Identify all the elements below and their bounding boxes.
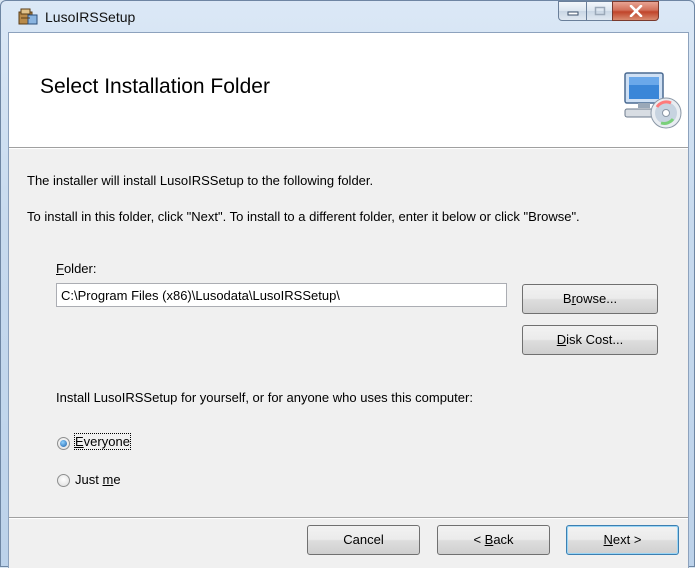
- maximize-icon: [594, 6, 605, 16]
- dialog-header: Select Installation Folder: [9, 33, 688, 148]
- maximize-button[interactable]: [586, 1, 613, 21]
- header-separator: [9, 148, 688, 149]
- next-button[interactable]: Next >: [566, 525, 679, 555]
- footer-separator-highlight: [9, 518, 688, 519]
- computer-cd-icon: [624, 72, 682, 129]
- radio-just-me-label[interactable]: Just me: [75, 472, 121, 487]
- intro-text: The installer will install LusoIRSSetup …: [27, 173, 374, 188]
- folder-path-input[interactable]: [56, 283, 507, 307]
- install-for-text: Install LusoIRSSetup for yourself, or fo…: [56, 390, 473, 405]
- minimize-button[interactable]: [558, 1, 587, 21]
- disk-cost-button[interactable]: Disk Cost...: [522, 325, 658, 355]
- installer-window: LusoIRSSetup Select Installation Folder: [0, 0, 695, 568]
- minimize-icon: [567, 11, 578, 16]
- close-icon: [629, 5, 642, 17]
- browse-button[interactable]: Browse...: [522, 284, 658, 314]
- title-bar[interactable]: LusoIRSSetup: [1, 1, 694, 31]
- window-title: LusoIRSSetup: [45, 9, 136, 25]
- page-title: Select Installation Folder: [40, 75, 270, 98]
- back-button[interactable]: < Back: [437, 525, 550, 555]
- dialog-client-area: Select Installation Folder The installer…: [8, 32, 689, 568]
- cancel-button[interactable]: Cancel: [307, 525, 420, 555]
- installer-app-icon: [18, 8, 38, 25]
- instructions-text: To install in this folder, click "Next".…: [27, 209, 580, 224]
- radio-button-checked[interactable]: [57, 437, 70, 450]
- radio-button-unchecked[interactable]: [57, 474, 70, 487]
- close-button[interactable]: [612, 1, 659, 21]
- folder-label: Folder:: [56, 261, 97, 276]
- radio-everyone-label[interactable]: Everyone: [74, 433, 131, 450]
